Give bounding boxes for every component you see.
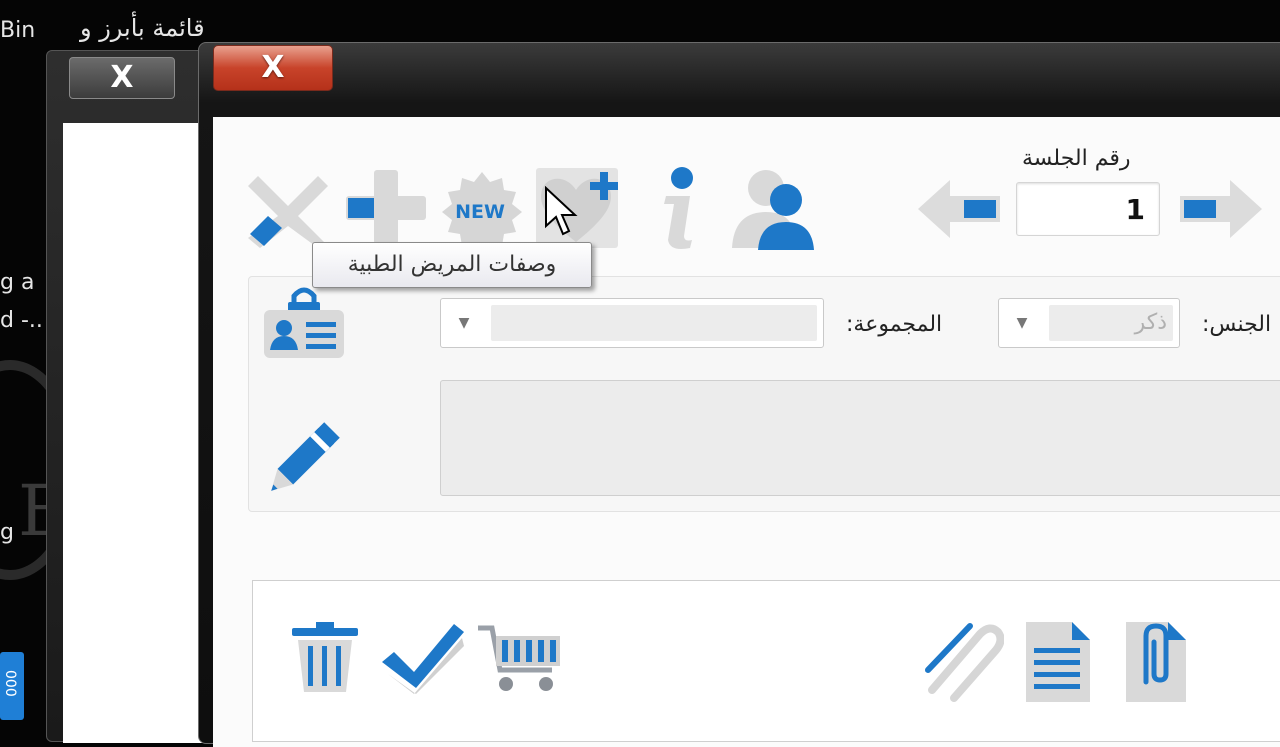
add-plus-icon[interactable] <box>344 168 428 248</box>
paperclip-icon[interactable] <box>918 620 1004 702</box>
tooltip: وصفات المريض الطبية <box>312 242 592 288</box>
pencil-icon[interactable] <box>258 414 348 504</box>
taskbar-tile[interactable]: 000 <box>0 652 24 720</box>
desktop-side-text: g <box>0 520 14 545</box>
trash-icon[interactable] <box>290 620 360 694</box>
attach-doc-icon[interactable] <box>1124 620 1190 704</box>
checkmark-icon[interactable] <box>380 622 464 694</box>
arrow-left-icon[interactable] <box>916 178 1002 240</box>
close-button[interactable]: X <box>213 45 333 91</box>
session-number-input[interactable]: 1 <box>1016 182 1160 236</box>
mouse-cursor-icon <box>545 186 578 236</box>
svg-text:NEW: NEW <box>455 201 505 223</box>
close-button[interactable]: X <box>69 57 175 99</box>
gender-select-value: ذكر <box>1049 305 1173 341</box>
document-icon[interactable] <box>1024 620 1094 704</box>
group-select[interactable]: ▼ <box>440 298 824 348</box>
notes-textarea[interactable] <box>440 380 1280 496</box>
new-badge-icon[interactable]: NEW <box>440 170 524 250</box>
user-icon[interactable] <box>730 166 816 250</box>
desktop-shortcut-label[interactable]: قائمة بأبرز و <box>80 14 205 42</box>
arrow-right-icon[interactable] <box>1178 178 1264 240</box>
contact-card-icon[interactable] <box>262 284 346 362</box>
group-select-value <box>491 305 817 341</box>
desktop-side-text: g a <box>0 270 35 295</box>
chevron-down-icon: ▼ <box>458 315 470 331</box>
gender-select[interactable]: ▼ ذكر <box>998 298 1180 348</box>
group-label: المجموعة: <box>846 312 943 337</box>
cart-icon[interactable] <box>476 624 566 696</box>
delete-x-icon[interactable] <box>246 168 330 248</box>
gender-label: الجنس: <box>1202 312 1272 337</box>
desktop-side-text: d -.. <box>0 308 43 333</box>
info-icon[interactable] <box>650 164 706 250</box>
desktop-bin-label[interactable]: Bin <box>0 18 35 43</box>
session-number-label: رقم الجلسة <box>1022 146 1131 171</box>
chevron-down-icon: ▼ <box>1016 315 1028 331</box>
